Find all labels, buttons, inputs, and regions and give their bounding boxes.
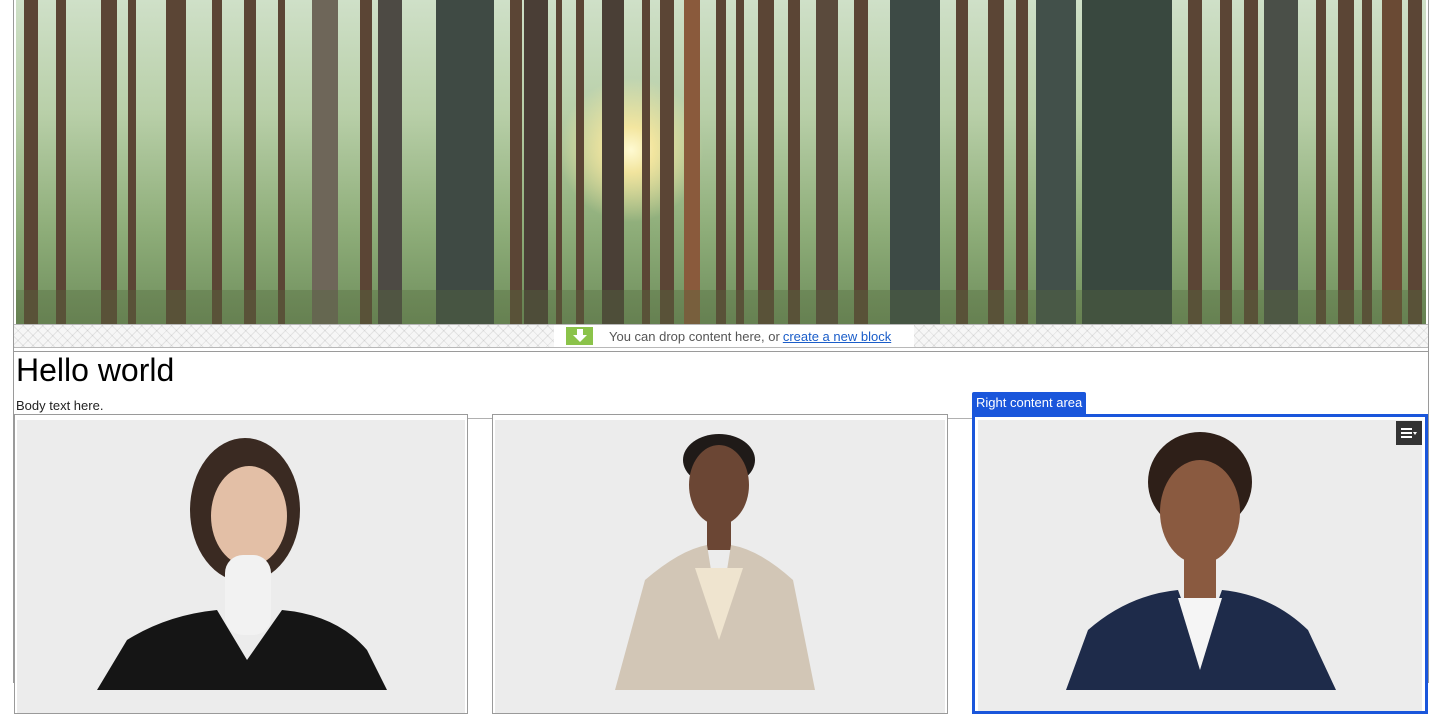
drop-zone-text: You can drop content here, or <box>609 328 780 344</box>
download-arrow-icon <box>566 327 593 345</box>
model-beige-coat-image <box>495 420 945 713</box>
page-title: Hello world <box>16 352 175 388</box>
drop-zone-message: You can drop content here, or create a n… <box>554 325 914 347</box>
hamburger-menu-icon[interactable] <box>1396 421 1422 445</box>
model-denim-jacket-image <box>978 420 1422 711</box>
forest-hero-image <box>16 0 1426 324</box>
right-content-area-label: Right content area <box>972 392 1087 414</box>
drop-zone[interactable]: You can drop content here, or create a n… <box>14 324 1428 348</box>
left-content-area[interactable] <box>14 414 468 714</box>
middle-content-area[interactable] <box>492 414 948 714</box>
right-content-area[interactable] <box>972 414 1428 714</box>
divider <box>14 351 1428 352</box>
model-black-coat-image <box>17 420 465 713</box>
create-new-block-link[interactable]: create a new block <box>783 329 891 344</box>
body-text: Body text here. <box>16 398 104 413</box>
